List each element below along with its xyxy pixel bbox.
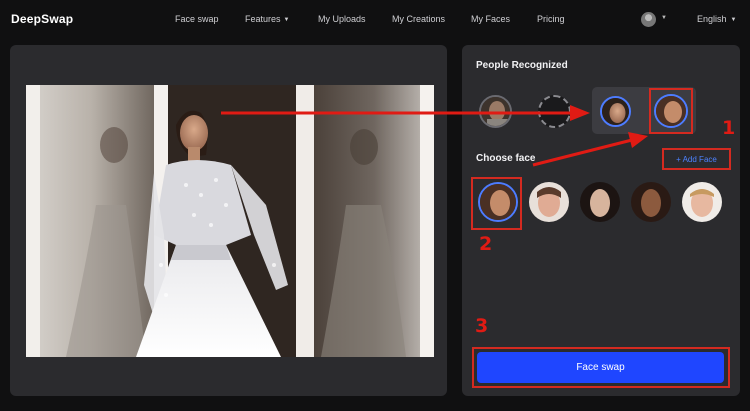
annotation-arrows [221, 105, 648, 167]
arrow-head-icon [628, 132, 648, 148]
arrow-head-icon [570, 105, 590, 121]
